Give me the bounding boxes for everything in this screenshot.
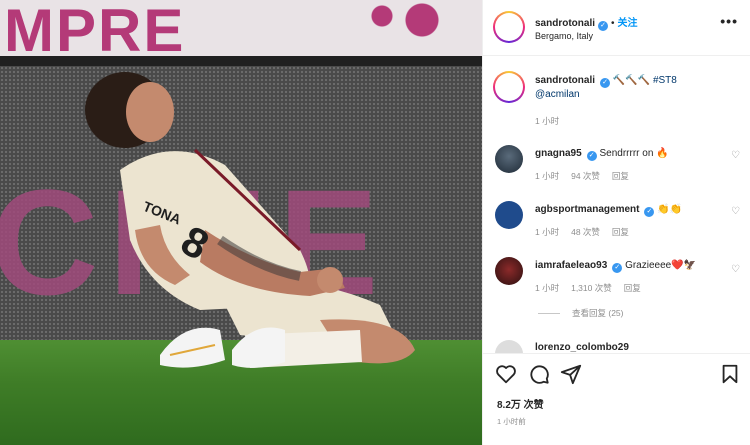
comment-like-heart-icon[interactable]: ♡ — [731, 265, 741, 275]
post-side-panel: sandrotonali ✓ • 关注 Bergamo, Italy ••• sand… — [482, 0, 750, 445]
comment-likes[interactable]: 94 次赞 — [571, 171, 600, 181]
comment-text: agbsportmanagement ✓ 👏👏 — [535, 203, 725, 217]
caption-mention[interactable]: @acmilan — [535, 89, 580, 100]
comment-body: 👏👏 — [657, 204, 683, 215]
author-avatar[interactable] — [493, 11, 525, 43]
post-timestamp[interactable]: 1 小时前 — [497, 416, 526, 427]
separator-dot: • — [611, 18, 615, 29]
comment-username[interactable]: gnagna95 — [535, 148, 582, 159]
comment-icon[interactable] — [528, 363, 550, 385]
commenter-avatar[interactable] — [495, 340, 523, 353]
comment-meta: 1 小时 1,310 次赞 回复 — [535, 282, 653, 294]
comment-like-heart-icon[interactable]: ♡ — [731, 151, 741, 161]
comment-time: 1 小时 — [535, 283, 560, 293]
comment-username[interactable]: iamrafaeleao93 — [535, 260, 607, 271]
comment-reply-button[interactable]: 回复 — [612, 171, 629, 181]
verified-badge-icon: ✓ — [644, 207, 655, 217]
caption-time: 1 小时 — [535, 116, 560, 126]
comment-time: 1 小时 — [535, 227, 560, 237]
caption-username[interactable]: sandrotonali — [535, 75, 595, 86]
comment-reply-button[interactable]: 回复 — [612, 227, 629, 237]
commenter-avatar[interactable] — [495, 145, 523, 173]
bookmark-icon[interactable] — [719, 363, 741, 385]
post-header: sandrotonali ✓ • 关注 Bergamo, Italy ••• — [483, 0, 750, 56]
verified-badge-icon: ✓ — [598, 21, 609, 31]
follow-button[interactable]: 关注 — [618, 18, 638, 29]
commenter-avatar[interactable] — [495, 201, 523, 229]
verified-badge-icon: ✓ — [612, 263, 623, 273]
heart-icon[interactable] — [495, 363, 517, 385]
comments-list: sandrotonali ✓ 🔨🔨🔨 #ST8 @acmilan 1 小时 gna… — [483, 57, 750, 353]
comment-username[interactable]: lorenzo_colombo29 — [535, 342, 629, 353]
comment-body: Grazieeee❤️🦅 — [625, 260, 697, 271]
replies-divider — [538, 313, 560, 315]
comment-body: Sendrrrrr on 🔥 — [599, 148, 669, 159]
like-count[interactable]: 8.2万 次赞 — [497, 396, 544, 411]
caption-emoji: 🔨🔨🔨 — [612, 75, 651, 86]
comment-text: iamrafaeleao93 ✓ Grazieeee❤️🦅 — [535, 259, 725, 273]
comment-username[interactable]: agbsportmanagement — [535, 204, 639, 215]
caption-text: sandrotonali ✓ 🔨🔨🔨 #ST8 @acmilan — [535, 74, 725, 102]
commenter-avatar[interactable] — [495, 257, 523, 285]
comment-text: gnagna95 ✓ Sendrrrrr on 🔥 — [535, 147, 725, 161]
verified-badge-icon: ✓ — [600, 78, 611, 88]
more-options-icon[interactable]: ••• — [720, 13, 738, 29]
verified-badge-icon: ✓ — [586, 151, 597, 161]
player-figure: 8 TONA — [85, 72, 415, 368]
post-location[interactable]: Bergamo, Italy — [535, 31, 593, 41]
post-photo[interactable]: MPRE CINE 8 TONA — [0, 0, 482, 445]
comment-likes[interactable]: 1,310 次赞 — [571, 283, 612, 293]
comment-meta: 1 小时 48 次赞 回复 — [535, 226, 641, 238]
action-bar — [483, 353, 750, 391]
view-replies-button[interactable]: 查看回复 (25) — [538, 307, 623, 319]
share-icon[interactable] — [560, 363, 582, 385]
comment-time: 1 小时 — [535, 171, 560, 181]
comment-reply-button[interactable]: 回复 — [624, 283, 641, 293]
author-username[interactable]: sandrotonali — [535, 18, 595, 29]
caption-hashtag[interactable]: #ST8 — [653, 75, 677, 86]
comment-likes[interactable]: 48 次赞 — [571, 227, 600, 237]
comment-like-heart-icon[interactable]: ♡ — [731, 207, 741, 217]
caption-avatar[interactable] — [493, 71, 525, 103]
comment-meta: 1 小时 94 次赞 回复 — [535, 170, 641, 182]
author-row: sandrotonali ✓ • 关注 — [535, 14, 638, 31]
